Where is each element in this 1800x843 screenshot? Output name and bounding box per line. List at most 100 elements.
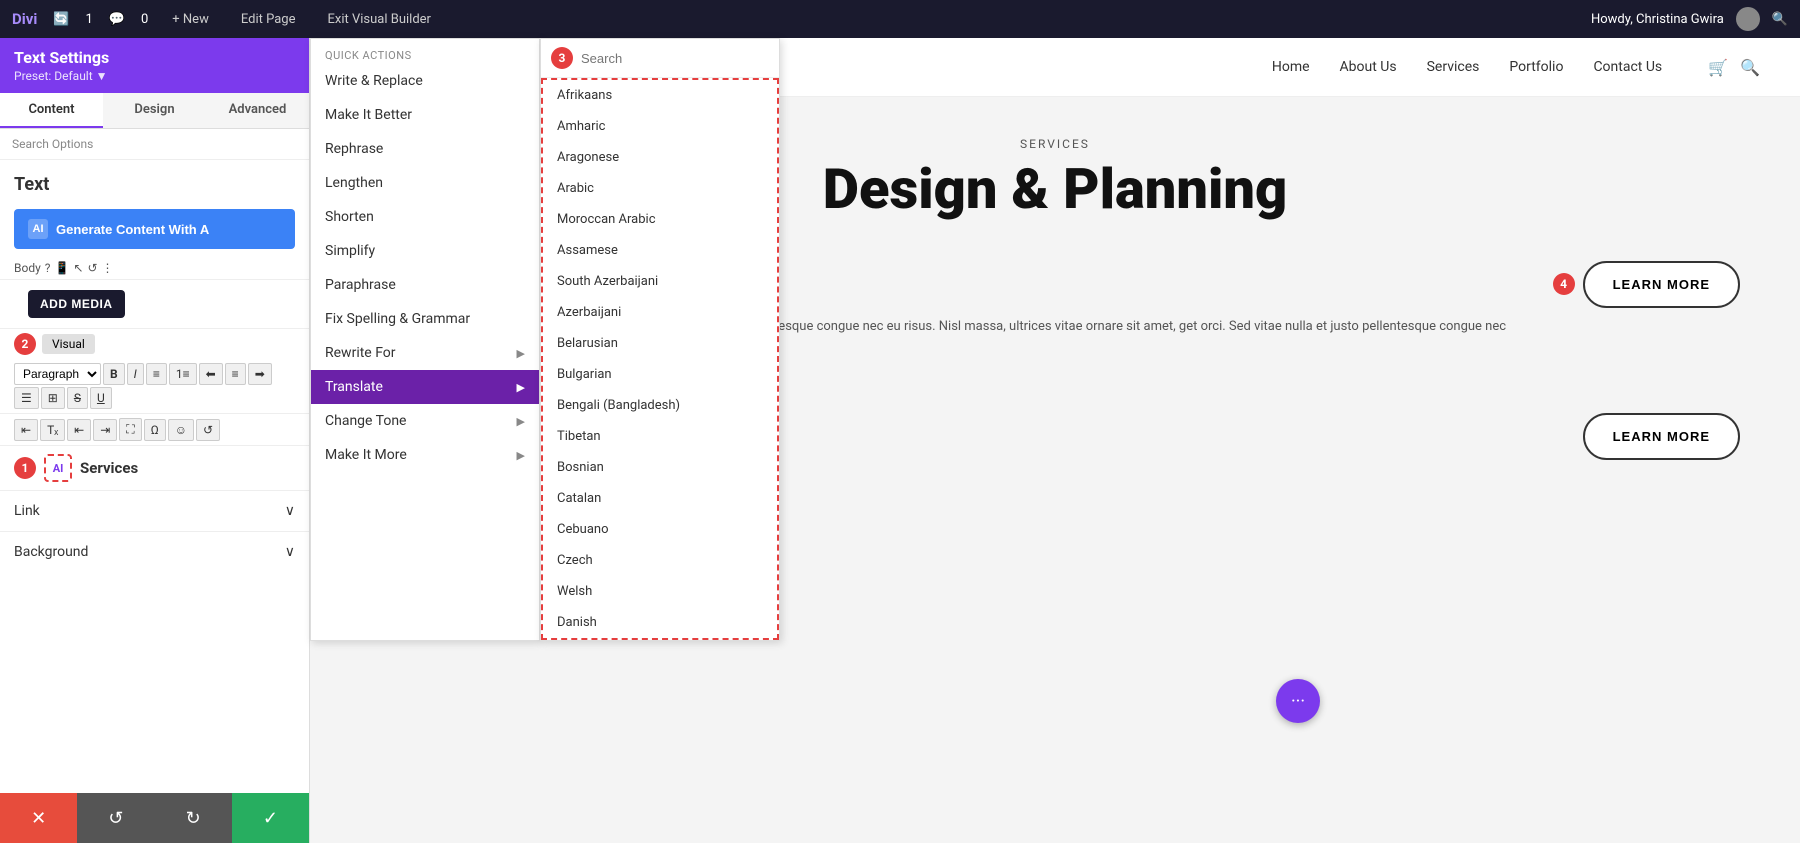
align-justify-button[interactable]: ☰ — [14, 387, 39, 409]
undo-icon[interactable]: ↺ — [87, 261, 97, 275]
site-nav-icons: 🛒 🔍 — [1708, 58, 1760, 77]
lang-czech[interactable]: Czech — [543, 545, 777, 576]
decrease-indent-button[interactable]: ⇤ — [67, 419, 91, 441]
lang-afrikaans[interactable]: Afrikaans — [543, 80, 777, 111]
special-char-button[interactable]: Ω — [144, 419, 166, 441]
tab-design[interactable]: Design — [103, 93, 206, 128]
step-badge-1: 1 — [14, 457, 36, 479]
menu-item-rephrase[interactable]: Rephrase — [311, 132, 539, 166]
strikethrough-button[interactable]: S — [67, 387, 88, 409]
more-icon[interactable]: ⋮ — [102, 261, 114, 275]
lang-catalan[interactable]: Catalan — [543, 483, 777, 514]
align-left-button[interactable]: ⬅ — [199, 363, 223, 385]
floating-action-button[interactable]: ··· — [1276, 679, 1320, 723]
nav-home[interactable]: Home — [1272, 59, 1310, 75]
nav-about[interactable]: About Us — [1340, 59, 1397, 75]
new-button[interactable]: + New — [164, 10, 217, 29]
lang-amharic[interactable]: Amharic — [543, 111, 777, 142]
main-layout: Text Settings Preset: Default ▼ Content … — [0, 38, 1800, 843]
bold-button[interactable]: B — [103, 363, 125, 385]
lang-south-azerbaijani[interactable]: South Azerbaijani — [543, 266, 777, 297]
underline-button[interactable]: U — [90, 387, 112, 409]
nav-services[interactable]: Services — [1427, 59, 1480, 75]
learn-more-button-1[interactable]: LEARN MORE — [1583, 261, 1740, 308]
confirm-button[interactable]: ✓ — [232, 793, 309, 843]
search-icon[interactable]: 🔍 — [1740, 58, 1760, 77]
body-selector[interactable]: Body — [14, 261, 41, 275]
panel-tabs: Content Design Advanced — [0, 93, 309, 129]
align-right-button[interactable]: ➡ — [248, 363, 272, 385]
menu-item-write-replace[interactable]: Write & Replace — [311, 64, 539, 98]
link-section[interactable]: Link ∨ — [0, 490, 309, 531]
mobile-icon[interactable]: 📱 — [54, 261, 69, 275]
content-text: Services — [80, 459, 138, 477]
language-search-input[interactable] — [581, 51, 769, 66]
outdent-button[interactable]: Tₓ — [40, 419, 65, 441]
lang-danish[interactable]: Danish — [543, 607, 777, 638]
redo-button[interactable]: ↻ — [155, 793, 232, 843]
exit-visual-builder-button[interactable]: Exit Visual Builder — [319, 10, 438, 29]
search-icon[interactable]: 🔍 — [1772, 12, 1788, 27]
table-button[interactable]: ⊞ — [41, 387, 65, 409]
menu-item-lengthen[interactable]: Lengthen — [311, 166, 539, 200]
align-center-button[interactable]: ≡ — [225, 363, 246, 385]
dropdown-overlay: Quick Actions Write & Replace Make It Be… — [310, 38, 780, 641]
lang-welsh[interactable]: Welsh — [543, 576, 777, 607]
cart-icon[interactable]: 🛒 — [1708, 58, 1728, 77]
learn-more-button-2[interactable]: LEARN MORE — [1583, 413, 1740, 460]
lang-belarusian[interactable]: Belarusian — [543, 328, 777, 359]
menu-item-paraphrase[interactable]: Paraphrase — [311, 268, 539, 302]
close-button[interactable]: ✕ — [0, 793, 77, 843]
generate-content-button[interactable]: AI Generate Content With A — [14, 209, 295, 249]
lang-arabic[interactable]: Arabic — [543, 173, 777, 204]
menu-item-make-better[interactable]: Make It Better — [311, 98, 539, 132]
menu-item-rewrite-for[interactable]: Rewrite For ▶ — [311, 336, 539, 370]
panel-subtitle[interactable]: Preset: Default ▼ — [14, 69, 295, 83]
undo-edit-button[interactable]: ↺ — [196, 419, 220, 441]
lang-aragonese[interactable]: Aragonese — [543, 142, 777, 173]
lang-moroccan-arabic[interactable]: Moroccan Arabic — [543, 204, 777, 235]
visual-row: 2 Visual — [0, 329, 309, 359]
content-row: 1 AI Services — [0, 446, 309, 490]
tab-content[interactable]: Content — [0, 93, 103, 128]
ordered-list-button[interactable]: 1≡ — [169, 363, 197, 385]
lang-cebuano[interactable]: Cebuano — [543, 514, 777, 545]
make-it-more-arrow-icon: ▶ — [517, 449, 525, 462]
translate-arrow-icon: ▶ — [517, 381, 525, 394]
lang-bosnian[interactable]: Bosnian — [543, 452, 777, 483]
lang-tibetan[interactable]: Tibetan — [543, 421, 777, 452]
fullscreen-button[interactable]: ⛶ — [119, 418, 141, 441]
lang-assamese[interactable]: Assamese — [543, 235, 777, 266]
add-media-button[interactable]: ADD MEDIA — [28, 290, 125, 318]
menu-item-fix-spelling[interactable]: Fix Spelling & Grammar — [311, 302, 539, 336]
translate-submenu: 3 Afrikaans Amharic Aragonese Arabic Mor… — [540, 38, 780, 641]
ai-inline-badge[interactable]: AI — [44, 454, 72, 482]
panel-search-options: Search Options — [0, 129, 309, 160]
help-icon[interactable]: ? — [45, 261, 51, 275]
nav-contact[interactable]: Contact Us — [1593, 59, 1662, 75]
paragraph-select[interactable]: Paragraph — [14, 363, 101, 385]
menu-item-translate[interactable]: Translate ▶ — [311, 370, 539, 404]
lang-bulgarian[interactable]: Bulgarian — [543, 359, 777, 390]
comment-count: 0 — [141, 12, 148, 27]
tab-advanced[interactable]: Advanced — [206, 93, 309, 128]
nav-portfolio[interactable]: Portfolio — [1509, 59, 1563, 75]
edit-page-button[interactable]: Edit Page — [233, 10, 304, 29]
menu-item-shorten[interactable]: Shorten — [311, 200, 539, 234]
menu-item-change-tone[interactable]: Change Tone ▶ — [311, 404, 539, 438]
italic-button[interactable]: I — [127, 363, 144, 385]
background-label: Background — [14, 544, 88, 560]
unordered-list-button[interactable]: ≡ — [146, 363, 167, 385]
background-section[interactable]: Background ∨ — [0, 531, 309, 572]
undo-button[interactable]: ↺ — [77, 793, 154, 843]
indent-button[interactable]: ⇤ — [14, 419, 38, 441]
lang-azerbaijani[interactable]: Azerbaijani — [543, 297, 777, 328]
cursor-icon[interactable]: ↖ — [73, 261, 83, 275]
increase-indent-button[interactable]: ⇥ — [93, 419, 117, 441]
panel-body: Text AI Generate Content With A Body ? 📱… — [0, 160, 309, 793]
menu-item-simplify[interactable]: Simplify — [311, 234, 539, 268]
emoji-button[interactable]: ☺ — [168, 419, 194, 441]
lang-bengali-bangladesh[interactable]: Bengali (Bangladesh) — [543, 390, 777, 421]
menu-item-make-it-more[interactable]: Make It More ▶ — [311, 438, 539, 472]
visual-tab[interactable]: Visual — [42, 334, 95, 354]
